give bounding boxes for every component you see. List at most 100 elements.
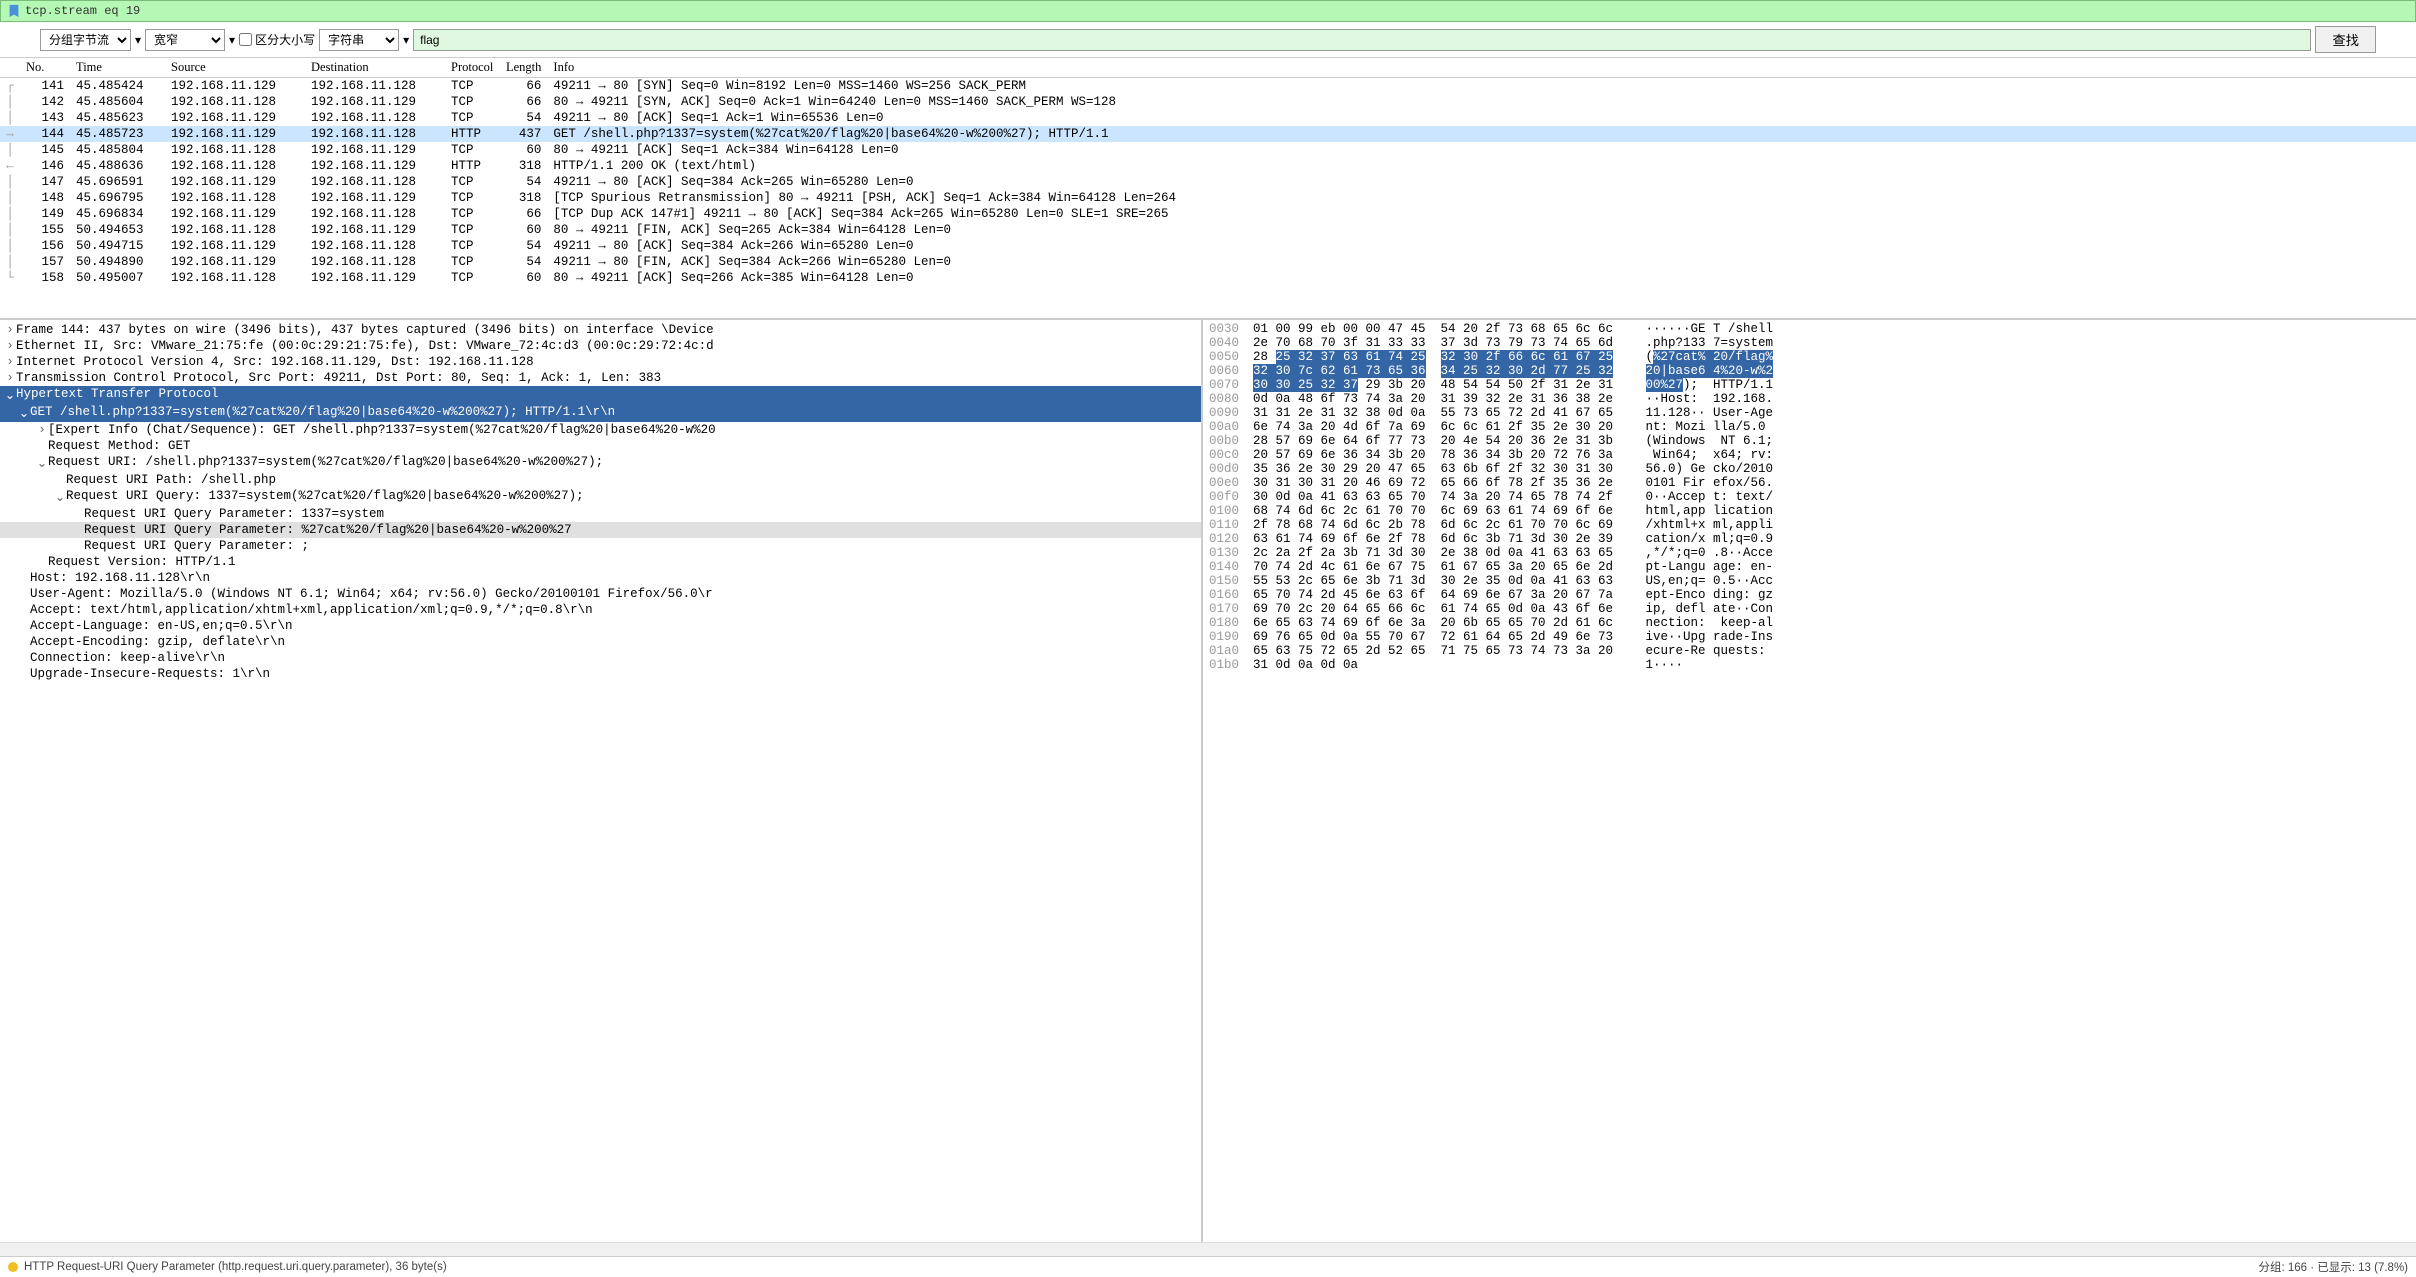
packet-list-pane[interactable]: No. Time Source Destination Protocol Len… (0, 58, 2416, 320)
hex-row[interactable]: 010068 74 6d 6c 2c 61 70 70 6c 69 63 61 … (1209, 504, 2410, 518)
packet-row[interactable]: │14245.485604192.168.11.128192.168.11.12… (0, 94, 2416, 110)
status-bar: HTTP Request-URI Query Parameter (http.r… (0, 1256, 2416, 1277)
packet-row[interactable]: │14545.485804192.168.11.128192.168.11.12… (0, 142, 2416, 158)
hex-row[interactable]: 01b031 0d 0a 0d 0a 1···· (1209, 658, 2410, 672)
detail-tree-item[interactable]: ⌄Request URI: /shell.php?1337=system(%27… (0, 454, 1201, 472)
packet-table: No. Time Source Destination Protocol Len… (0, 58, 2416, 286)
tree-toggle-icon[interactable]: ⌄ (54, 489, 66, 505)
packet-row[interactable]: │15750.494890192.168.11.129192.168.11.12… (0, 254, 2416, 270)
hex-row[interactable]: 014070 74 2d 4c 61 6e 67 75 61 67 65 3a … (1209, 560, 2410, 574)
detail-tree-item[interactable]: Upgrade-Insecure-Requests: 1\r\n (0, 666, 1201, 682)
hex-row[interactable]: 00402e 70 68 70 3f 31 33 33 37 3d 73 79 … (1209, 336, 2410, 350)
packet-row[interactable]: │14345.485623192.168.11.129192.168.11.12… (0, 110, 2416, 126)
hex-row[interactable]: 005028 25 32 37 63 61 74 25 32 30 2f 66 … (1209, 350, 2410, 364)
col-dest[interactable]: Destination (305, 58, 445, 78)
detail-tree-item[interactable]: ⌄Request URI Query: 1337=system(%27cat%2… (0, 488, 1201, 506)
detail-tree-item[interactable]: ›Transmission Control Protocol, Src Port… (0, 370, 1201, 386)
find-button[interactable]: 查找 (2315, 26, 2376, 53)
detail-tree-item[interactable]: Request Version: HTTP/1.1 (0, 554, 1201, 570)
hex-row[interactable]: 00d035 36 2e 30 29 20 47 65 63 6b 6f 2f … (1209, 462, 2410, 476)
hex-row[interactable]: 01102f 78 68 74 6d 6c 2b 78 6d 6c 2c 61 … (1209, 518, 2410, 532)
hex-row[interactable]: 017069 70 2c 20 64 65 66 6c 61 74 65 0d … (1209, 602, 2410, 616)
tree-toggle-icon[interactable]: › (4, 371, 16, 385)
detail-tree-item[interactable]: Request URI Path: /shell.php (0, 472, 1201, 488)
tree-toggle-icon[interactable]: ⌄ (36, 455, 48, 471)
packet-row[interactable]: ←14645.488636192.168.11.128192.168.11.12… (0, 158, 2416, 174)
hex-row[interactable]: 01806e 65 63 74 69 6f 6e 3a 20 6b 65 65 … (1209, 616, 2410, 630)
hex-row[interactable]: 015055 53 2c 65 6e 3b 71 3d 30 2e 35 0d … (1209, 574, 2410, 588)
hex-row[interactable]: 00a06e 74 3a 20 4d 6f 7a 69 6c 6c 61 2f … (1209, 420, 2410, 434)
width-select[interactable]: 宽窄 (145, 29, 225, 51)
hex-row[interactable]: 00c020 57 69 6e 36 34 3b 20 78 36 34 3b … (1209, 448, 2410, 462)
detail-pane[interactable]: ›Frame 144: 437 bytes on wire (3496 bits… (0, 320, 1203, 1242)
tree-toggle-icon[interactable]: › (36, 423, 48, 437)
hex-pane[interactable]: 003001 00 99 eb 00 00 47 45 54 20 2f 73 … (1203, 320, 2416, 1242)
find-toolbar: 分组字节流 ▾ 宽窄 ▾ 区分大小写 字符串 ▾ 查找 (0, 22, 2416, 58)
string-type-select[interactable]: 字符串 (319, 29, 399, 51)
packet-row[interactable]: │14745.696591192.168.11.129192.168.11.12… (0, 174, 2416, 190)
detail-tree-item[interactable]: Request URI Query Parameter: %27cat%20/f… (0, 522, 1201, 538)
detail-tree-item[interactable]: Accept: text/html,application/xhtml+xml,… (0, 602, 1201, 618)
col-no[interactable]: No. (20, 58, 70, 78)
packet-row[interactable]: │14845.696795192.168.11.128192.168.11.12… (0, 190, 2416, 206)
tree-toggle-icon[interactable]: › (4, 323, 16, 337)
detail-tree-item[interactable]: Request URI Query Parameter: 1337=system (0, 506, 1201, 522)
expert-info-icon[interactable] (8, 1262, 18, 1272)
hex-row[interactable]: 01302c 2a 2f 2a 3b 71 3d 30 2e 38 0d 0a … (1209, 546, 2410, 560)
detail-tree-item[interactable]: ›Ethernet II, Src: VMware_21:75:fe (00:0… (0, 338, 1201, 354)
status-field-info: HTTP Request-URI Query Parameter (http.r… (24, 1261, 447, 1273)
dropdown-chevron-icon: ▾ (229, 33, 235, 47)
case-checkbox-input[interactable] (239, 33, 252, 46)
detail-tree-item[interactable]: Host: 192.168.11.128\r\n (0, 570, 1201, 586)
packet-row[interactable]: ┌14145.485424192.168.11.129192.168.11.12… (0, 78, 2416, 95)
detail-tree-item[interactable]: Accept-Language: en-US,en;q=0.5\r\n (0, 618, 1201, 634)
tree-toggle-icon[interactable]: › (4, 339, 16, 353)
packet-row[interactable]: →14445.485723192.168.11.129192.168.11.12… (0, 126, 2416, 142)
case-sensitive-checkbox[interactable]: 区分大小写 (239, 31, 315, 48)
filter-text[interactable]: tcp.stream eq 19 (25, 4, 140, 18)
hex-row[interactable]: 01a065 63 75 72 65 2d 52 65 71 75 65 73 … (1209, 644, 2410, 658)
detail-tree-item[interactable]: Request Method: GET (0, 438, 1201, 454)
hex-row[interactable]: 00e030 31 30 31 20 46 69 72 65 66 6f 78 … (1209, 476, 2410, 490)
detail-tree-item[interactable]: ›Frame 144: 437 bytes on wire (3496 bits… (0, 322, 1201, 338)
hex-row[interactable]: 00800d 0a 48 6f 73 74 3a 20 31 39 32 2e … (1209, 392, 2410, 406)
detail-tree-item[interactable]: ›Internet Protocol Version 4, Src: 192.1… (0, 354, 1201, 370)
packet-row[interactable]: └15850.495007192.168.11.128192.168.11.12… (0, 270, 2416, 286)
tree-toggle-icon[interactable]: ⌄ (18, 405, 30, 421)
bookmark-icon (7, 4, 21, 18)
tree-toggle-icon[interactable]: ⌄ (4, 387, 16, 403)
hex-row[interactable]: 006032 30 7c 62 61 73 65 36 34 25 32 30 … (1209, 364, 2410, 378)
packet-table-header[interactable]: No. Time Source Destination Protocol Len… (0, 58, 2416, 78)
packet-row[interactable]: │15650.494715192.168.11.129192.168.11.12… (0, 238, 2416, 254)
col-time[interactable]: Time (70, 58, 165, 78)
packet-bytes-select[interactable]: 分组字节流 (40, 29, 131, 51)
horizontal-scrollbar[interactable] (0, 1242, 2416, 1256)
col-len[interactable]: Length (500, 58, 547, 78)
display-filter-bar[interactable]: tcp.stream eq 19 (0, 0, 2416, 22)
col-proto[interactable]: Protocol (445, 58, 500, 78)
detail-tree-item[interactable]: ⌄GET /shell.php?1337=system(%27cat%20/fl… (0, 404, 1201, 422)
hex-row[interactable]: 00b028 57 69 6e 64 6f 77 73 20 4e 54 20 … (1209, 434, 2410, 448)
dropdown-chevron-icon: ▾ (403, 33, 409, 47)
search-input[interactable] (413, 29, 2311, 51)
detail-tree-item[interactable]: ›[Expert Info (Chat/Sequence): GET /shel… (0, 422, 1201, 438)
col-info[interactable]: Info (547, 58, 2416, 78)
hex-row[interactable]: 016065 70 74 2d 45 6e 63 6f 64 69 6e 67 … (1209, 588, 2410, 602)
detail-tree-item[interactable]: ⌄Hypertext Transfer Protocol (0, 386, 1201, 404)
hex-row[interactable]: 019069 76 65 0d 0a 55 70 67 72 61 64 65 … (1209, 630, 2410, 644)
packet-row[interactable]: │15550.494653192.168.11.128192.168.11.12… (0, 222, 2416, 238)
col-source[interactable]: Source (165, 58, 305, 78)
tree-toggle-icon[interactable]: › (4, 355, 16, 369)
detail-tree-item[interactable]: Connection: keep-alive\r\n (0, 650, 1201, 666)
hex-row[interactable]: 012063 61 74 69 6f 6e 2f 78 6d 6c 3b 71 … (1209, 532, 2410, 546)
detail-tree-item[interactable]: User-Agent: Mozilla/5.0 (Windows NT 6.1;… (0, 586, 1201, 602)
detail-tree-item[interactable]: Request URI Query Parameter: ; (0, 538, 1201, 554)
status-packet-count: 分组: 166 · 已显示: 13 (7.8%) (2258, 1259, 2408, 1275)
detail-tree-item[interactable]: Accept-Encoding: gzip, deflate\r\n (0, 634, 1201, 650)
dropdown-chevron-icon: ▾ (135, 33, 141, 47)
hex-row[interactable]: 00f030 0d 0a 41 63 63 65 70 74 3a 20 74 … (1209, 490, 2410, 504)
hex-row[interactable]: 007030 30 25 32 37 29 3b 20 48 54 54 50 … (1209, 378, 2410, 392)
packet-row[interactable]: │14945.696834192.168.11.129192.168.11.12… (0, 206, 2416, 222)
hex-row[interactable]: 003001 00 99 eb 00 00 47 45 54 20 2f 73 … (1209, 322, 2410, 336)
hex-row[interactable]: 009031 31 2e 31 32 38 0d 0a 55 73 65 72 … (1209, 406, 2410, 420)
